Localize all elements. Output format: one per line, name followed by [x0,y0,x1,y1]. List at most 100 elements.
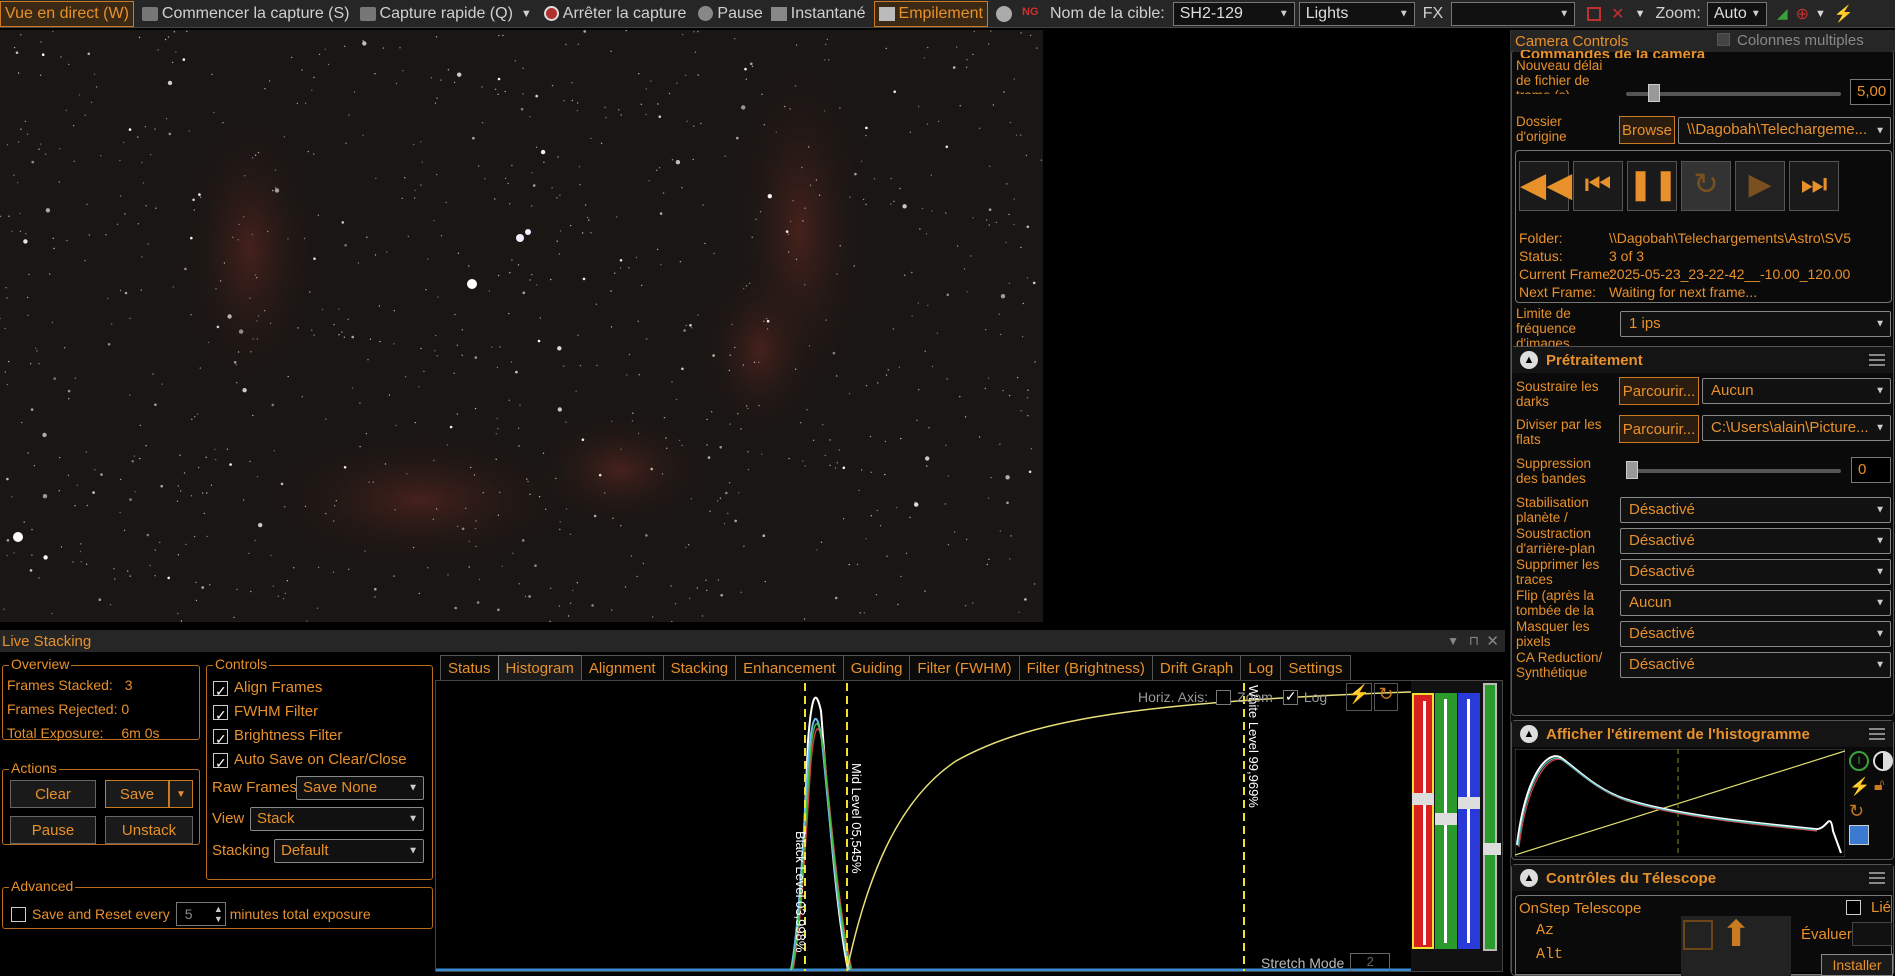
banding-knob[interactable] [1626,461,1638,479]
log-checkbox[interactable] [1282,688,1298,705]
slew-pad[interactable]: ⬆ [1681,916,1791,976]
frame-type-select[interactable]: Lights ▼ [1298,1,1415,26]
minutes-stepper[interactable]: 5 ▲ ▼ [175,902,226,926]
live-view-button[interactable]: Vue en direct (W) [0,0,134,27]
plug-icon[interactable]: ⚡ [1834,4,1854,24]
spiral-icon[interactable] [1683,920,1713,950]
luma-knob[interactable] [1483,843,1501,855]
tab-filter-brightness[interactable]: Filter (Brightness) [1018,655,1153,680]
flats-select[interactable]: C:\Users\alain\Picture... ▼ [1702,415,1891,441]
browse-button[interactable]: Browse [1619,116,1675,144]
preprocess-row-select[interactable]: Désactivé ▼ [1620,559,1891,585]
arrow-up-icon[interactable]: ⬆ [1721,916,1751,952]
evaluate-input[interactable] [1852,922,1892,946]
tab-filter-fwhm[interactable]: Filter (FWHM) [909,655,1020,680]
multi-columns-checkbox[interactable] [1717,33,1730,46]
menu-icon[interactable] [1869,728,1885,740]
live-image-view[interactable] [0,30,1043,622]
red-slider[interactable] [1412,693,1434,949]
preprocess-row-select[interactable]: Désactivé ▼ [1620,652,1891,678]
blue-slider[interactable] [1458,693,1480,949]
start-capture-button[interactable]: Commencer la capture (S) [138,1,354,27]
tab-guiding[interactable]: Guiding [842,655,911,680]
stretch-mode-stepper[interactable]: 2 [1350,953,1391,971]
crosshair-icon[interactable]: ⊕ [1796,4,1809,24]
blue-knob[interactable] [1458,797,1480,809]
dock-icon[interactable]: ⊓ [1469,633,1479,649]
luma-slider[interactable] [1483,683,1501,951]
grid-icon[interactable]: ✕ [1611,4,1624,24]
chevron-up-icon[interactable]: ▲ [1520,869,1538,887]
green-knob[interactable] [1435,813,1457,825]
histogram-stretch-header[interactable]: ▲ Afficher l'étirement de l'histogramme [1512,721,1893,747]
menu-icon[interactable] [1869,872,1885,884]
unstack-button[interactable]: Unstack [105,816,193,844]
fps-select[interactable]: 1 ips ▼ [1620,311,1891,337]
contrast-icon[interactable] [1873,751,1893,771]
pause-stack-button[interactable]: Pause [10,816,96,844]
reload-button[interactable]: ↻ [1681,161,1731,211]
zoom-checkbox[interactable] [1216,689,1232,705]
chevron-up-icon[interactable]: ▲ [1520,725,1538,743]
tab-alignment[interactable]: Alignment [580,655,664,680]
fx-select[interactable]: ▼ [1451,1,1576,26]
crop-icon[interactable] [1587,6,1602,21]
auto-save-checkbox[interactable] [213,751,228,775]
view-select[interactable]: Stack ▼ [250,807,424,831]
preprocess-row-select[interactable]: Aucun ▼ [1620,590,1891,616]
delay-slider[interactable] [1626,84,1841,102]
tab-status[interactable]: Status [440,655,499,680]
previous-button[interactable]: ⏮ [1573,161,1623,211]
flats-browse-button[interactable]: Parcourir... [1619,415,1699,443]
preprocess-row-select[interactable]: Désactivé ▼ [1620,621,1891,647]
chevron-down-icon[interactable]: ▼ [1815,8,1826,20]
brightness-filter-checkbox[interactable] [213,727,228,751]
pin-icon[interactable]: ▼ [1447,634,1459,648]
save-stretch-icon[interactable] [1849,825,1869,845]
brightness-filter-check[interactable]: Brightness Filter [213,724,407,751]
no-guide-icon[interactable]: NG [1022,6,1040,22]
next-button[interactable]: ⏭ [1789,161,1839,211]
red-knob[interactable] [1412,793,1434,805]
tab-settings[interactable]: Settings [1280,655,1351,680]
chevron-down-icon[interactable]: ▼ [1635,8,1646,20]
quick-capture-button[interactable]: Capture rapide (Q) ▼ [356,1,536,27]
close-icon[interactable]: ✕ [1486,632,1499,650]
banding-slider[interactable] [1626,461,1841,479]
auto-stretch-button[interactable]: ⚡ [1346,683,1372,711]
tab-stacking[interactable]: Stacking [662,655,737,680]
stretch-enable-button[interactable]: I [1849,751,1869,771]
tab-drift-graph[interactable]: Drift Graph [1151,655,1242,680]
moon-icon[interactable] [996,5,1012,22]
auto-stretch-icon[interactable]: ⚡ [1849,777,1870,797]
stop-capture-button[interactable]: Arrêter la capture [540,1,691,27]
snapshot-button[interactable]: Instantané [767,1,870,27]
tab-enhancement[interactable]: Enhancement [735,655,844,680]
clear-button[interactable]: Clear [10,780,96,808]
reset-stretch-button[interactable]: ↻ [1374,683,1398,711]
rewind-button[interactable]: ◀◀ [1519,161,1572,211]
tab-histogram[interactable]: Histogram [497,655,582,680]
stacking-mode-select[interactable]: Default ▼ [274,839,424,863]
preprocessing-header[interactable]: ▲ Prétraitement [1512,347,1893,373]
stacking-button[interactable]: Empilement [873,0,988,27]
source-path-select[interactable]: \\Dagobah\Telechargeme... ▼ [1678,117,1891,144]
tab-log[interactable]: Log [1240,655,1282,680]
darks-browse-button[interactable]: Parcourir... [1619,377,1699,405]
install-button[interactable]: Installer [1821,954,1893,976]
target-name-select[interactable]: SH2-129 ▼ [1172,1,1295,26]
preprocess-row-select[interactable]: Désactivé ▼ [1620,528,1891,554]
chevron-down-icon[interactable]: ▼ [521,8,532,20]
menu-icon[interactable] [1869,354,1885,366]
lock-icon[interactable]: 🔓︎ [1874,777,1884,795]
pause-playback-button[interactable]: ❚❚ [1627,161,1678,211]
histogram-view[interactable]: Black Level 03,998% Mid Level 05,545% Wh… [435,680,1503,972]
delay-knob[interactable] [1648,84,1660,102]
telescope-linked-checkbox[interactable] [1846,900,1861,915]
zoom-select[interactable]: Auto ▼ [1706,1,1767,26]
histogram-icon[interactable]: ◢ [1777,5,1788,22]
green-slider[interactable] [1435,693,1457,949]
telescope-header[interactable]: ▲ Contrôles du Télescope [1512,865,1893,891]
play-button[interactable]: ▶ [1735,161,1785,211]
reset-icon[interactable]: ↻ [1849,801,1864,822]
